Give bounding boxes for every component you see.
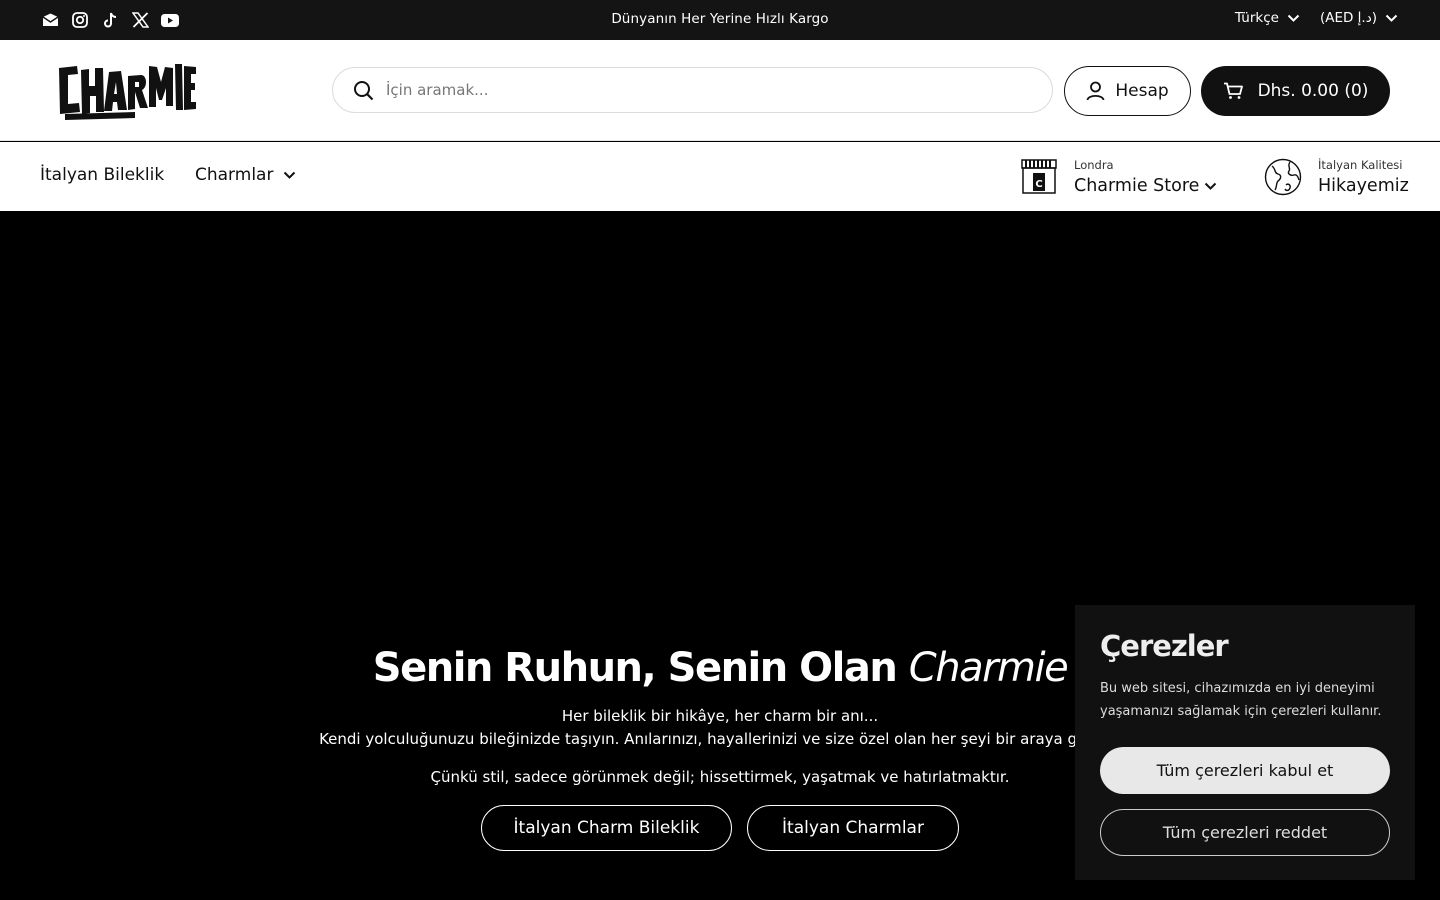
search-icon[interactable]	[353, 80, 374, 101]
store-link[interactable]: C Londra Charmie Store	[1020, 158, 1217, 196]
account-label: Hesap	[1115, 81, 1169, 101]
italyan-charmlar-button[interactable]: İtalyan Charmlar	[747, 805, 959, 851]
hero-title-main: Senin Ruhun, Senin Olan	[372, 645, 909, 691]
main-nav: İtalyan Bileklik Charmlar C Londra Charm…	[0, 142, 1440, 211]
site-header: Hesap Dhs. 0.00 (0)	[0, 40, 1440, 141]
chevron-down-icon	[284, 171, 296, 179]
announcement-bar: Dünyanın Her Yerine Hızlı Kargo Türkçe (…	[0, 0, 1440, 40]
nav-item-label: İtalyan Bileklik	[40, 165, 165, 185]
announcement-text: Dünyanın Her Yerine Hızlı Kargo	[611, 11, 829, 27]
accept-cookies-button[interactable]: Tüm çerezleri kabul et	[1100, 747, 1390, 794]
story-title: Hikayemiz	[1318, 176, 1409, 196]
cookie-text: Bu web sitesi, cihazımızda en iyi deneyi…	[1100, 681, 1382, 719]
logo[interactable]	[55, 60, 197, 122]
nav-item-italyan-bileklik[interactable]: İtalyan Bileklik	[40, 165, 164, 185]
cart-icon	[1223, 82, 1243, 99]
cookie-banner: Çerezler Bu web sitesi, cihazımızda en i…	[1075, 605, 1415, 880]
store-name: Charmie Store	[1074, 176, 1200, 196]
italyan-charm-bileklik-button[interactable]: İtalyan Charm Bileklik	[481, 805, 732, 851]
currency-label: (AED د.إ)	[1319, 10, 1377, 26]
language-selector[interactable]: Türkçe	[1235, 10, 1300, 26]
cookie-title: Çerezler	[1100, 629, 1229, 663]
hero-title-italic: Charmie	[908, 645, 1069, 691]
user-icon	[1086, 81, 1105, 101]
cart-button[interactable]: Dhs. 0.00 (0)	[1201, 66, 1390, 116]
charmie-logo-icon	[59, 64, 196, 120]
language-label: Türkçe	[1234, 10, 1279, 26]
svg-text:C: C	[1035, 179, 1042, 190]
account-button[interactable]: Hesap	[1064, 66, 1191, 116]
store-city: Londra	[1074, 158, 1114, 172]
nav-item-charmlar[interactable]: Charmlar	[195, 165, 296, 185]
currency-selector[interactable]: (AED د.إ)	[1320, 10, 1398, 26]
reject-cookies-button[interactable]: Tüm çerezleri reddet	[1100, 809, 1390, 856]
cart-label: Dhs. 0.00 (0)	[1257, 81, 1369, 101]
search-input[interactable]	[386, 81, 986, 99]
chevron-down-icon	[1205, 182, 1217, 190]
story-link[interactable]: İtalyan Kalitesi Hikayemiz	[1264, 158, 1409, 196]
nav-item-label: Charmlar	[195, 165, 274, 185]
chevron-down-icon	[1287, 14, 1300, 22]
chevron-down-icon	[1385, 14, 1398, 22]
globe-icon	[1264, 158, 1302, 196]
search-bar[interactable]	[332, 67, 1053, 113]
story-subtitle: İtalyan Kalitesi	[1318, 158, 1403, 172]
store-icon: C	[1021, 159, 1057, 194]
